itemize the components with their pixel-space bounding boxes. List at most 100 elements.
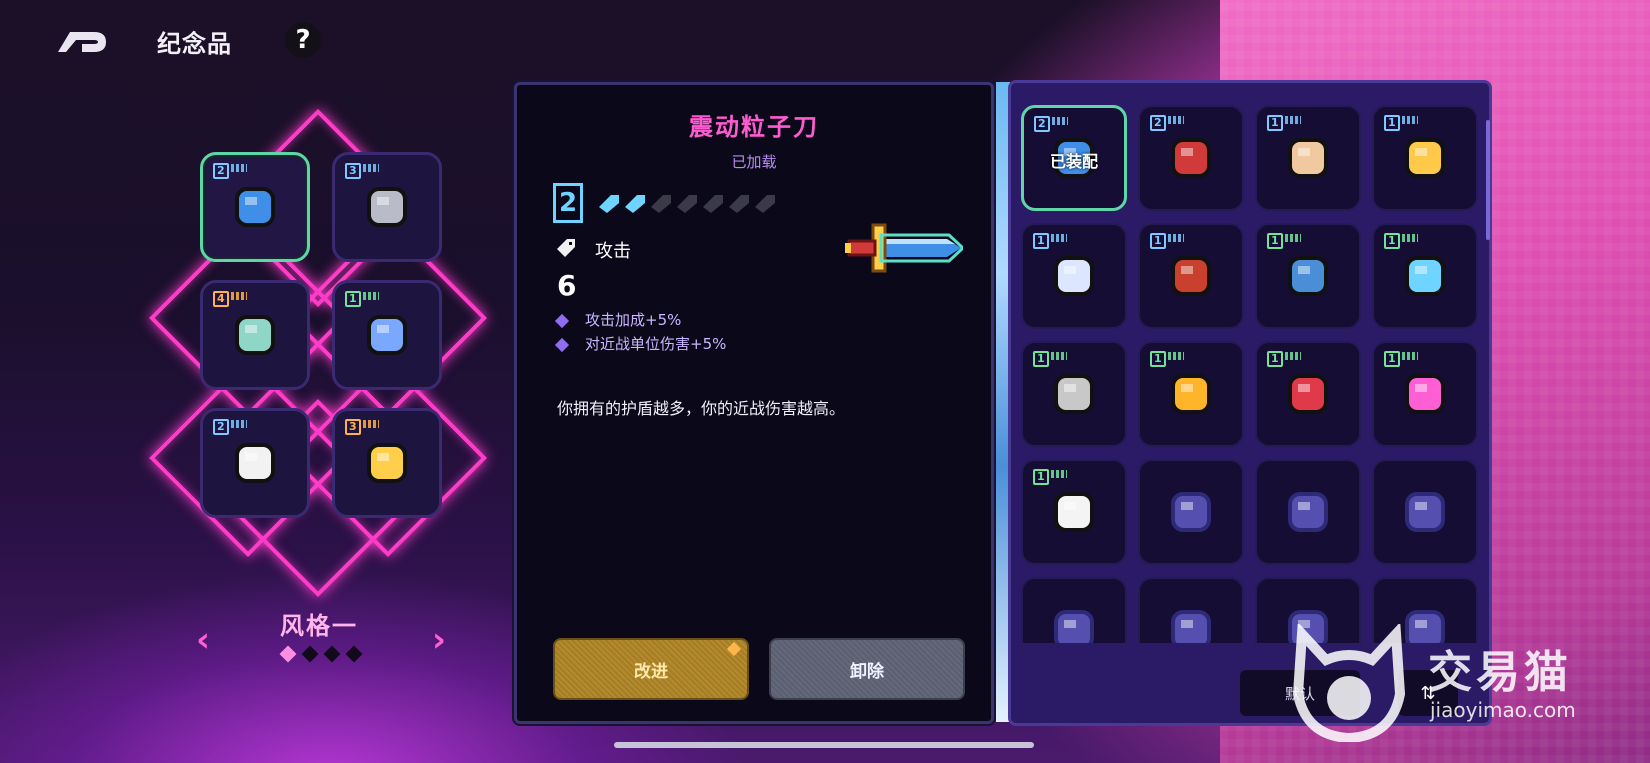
loadout-slot[interactable]: 2 — [200, 408, 310, 518]
page-dot[interactable] — [301, 645, 319, 663]
inventory-item[interactable]: 2 — [1138, 105, 1244, 211]
tier-badge: 2 — [1150, 115, 1166, 131]
upgrade-pip-empty — [651, 195, 671, 213]
style-prev-button[interactable]: ‹ — [196, 620, 210, 660]
locked-helmet-icon — [1288, 492, 1328, 532]
inventory-item[interactable]: 1 — [1372, 105, 1478, 211]
inventory-item[interactable]: 2 已装配 — [1021, 105, 1127, 211]
upgrade-pip-empty — [703, 195, 723, 213]
phone-device-icon — [1288, 374, 1328, 414]
page-dot[interactable] — [345, 645, 363, 663]
upgrade-pip-empty — [677, 195, 697, 213]
triangle-ruler-icon — [367, 443, 407, 483]
tier-badge: 1 — [1033, 469, 1049, 485]
bonus-line: 攻击加成+5% — [554, 309, 682, 330]
tier-dots — [363, 292, 379, 300]
inventory-item[interactable]: 1 — [1255, 223, 1361, 329]
shark-head-icon — [1288, 256, 1328, 296]
particle-blade-icon — [235, 187, 275, 227]
style-page-indicator — [279, 645, 363, 663]
red-capsule-icon — [1171, 138, 1211, 178]
style-next-button[interactable]: › — [432, 620, 446, 660]
watermark-brand: 交易猫 — [1428, 647, 1572, 698]
loadout-grid: 2 3 4 1 2 3 — [200, 152, 460, 542]
back-arrow-icon[interactable] — [56, 24, 108, 54]
bonus-line: 对近战单位伤害+5% — [554, 333, 726, 354]
loadout-slot[interactable]: 3 — [332, 408, 442, 518]
inventory-item[interactable] — [1138, 459, 1244, 565]
attack-icon — [557, 239, 575, 257]
tier-dots — [1402, 234, 1418, 242]
gold-badge-icon — [1171, 374, 1211, 414]
upgrade-button[interactable]: 改进 — [553, 638, 749, 700]
inventory-item[interactable]: 1 — [1138, 341, 1244, 447]
tier-badge: 3 — [345, 163, 361, 179]
inventory-item[interactable]: 1 — [1255, 105, 1361, 211]
loadout-slot[interactable]: 2 — [200, 152, 310, 262]
item-description: 你拥有的护盾越多，你的近战伤害越高。 — [557, 399, 846, 418]
inventory-item[interactable]: 1 — [1372, 223, 1478, 329]
tier-badge: 1 — [1384, 115, 1400, 131]
tier-dots — [1051, 470, 1067, 478]
upgrade-label: 改进 — [634, 661, 668, 682]
page-dot[interactable] — [323, 645, 341, 663]
equipped-label: 已装配 — [1049, 152, 1098, 171]
particle-blade-icon — [845, 223, 963, 273]
inventory-item[interactable]: 1 — [1138, 223, 1244, 329]
inventory-item[interactable]: 1 — [1021, 459, 1127, 565]
tier-badge: 1 — [1267, 115, 1283, 131]
locked-fang-icon — [1171, 610, 1211, 643]
hot-sauce-bottle-icon — [1171, 256, 1211, 296]
inventory-item[interactable]: 1 — [1021, 341, 1127, 447]
tier-badge: 4 — [213, 291, 229, 307]
notification-dot-icon — [726, 641, 742, 657]
locked-armor-icon — [1054, 610, 1094, 643]
loadout-slot[interactable]: 3 — [332, 152, 442, 262]
tier-badge: 1 — [1267, 233, 1283, 249]
shield-orb-icon — [367, 315, 407, 355]
page-dot[interactable] — [279, 645, 297, 663]
upgrade-pip-filled — [599, 195, 619, 213]
tier-dots — [1285, 234, 1301, 242]
bonus-text: 攻击加成+5% — [585, 311, 682, 329]
help-button[interactable]: ? — [285, 22, 321, 58]
inventory-item[interactable] — [1372, 459, 1478, 565]
tier-badge: 2 — [213, 419, 229, 435]
tier-badge: 2 — [1034, 116, 1050, 132]
inventory-grid: 2 已装配 2 1 1 1 1 1 1 1 1 1 1 1 — [1021, 105, 1483, 643]
tier-dots — [1168, 352, 1184, 360]
tier-dots — [1168, 116, 1184, 124]
tier-badge: 1 — [345, 291, 361, 307]
tier-dots — [1285, 352, 1301, 360]
speech-bubble-icon — [1054, 256, 1094, 296]
tier-dots — [231, 164, 247, 172]
tier-badge: 2 — [213, 163, 229, 179]
tier-badge: 1 — [1267, 351, 1283, 367]
inventory-item[interactable]: 1 — [1021, 223, 1127, 329]
watermark-logo — [1292, 624, 1406, 742]
tier-badge: 1 — [1033, 351, 1049, 367]
tier-badge: 1 — [1384, 351, 1400, 367]
inventory-item[interactable]: 1 — [1372, 341, 1478, 447]
locked-card-icon — [1405, 492, 1445, 532]
tier-dots — [1402, 352, 1418, 360]
ticket-card-icon — [1405, 138, 1445, 178]
tier-dots — [231, 420, 247, 428]
inventory-item[interactable]: 1 — [1255, 341, 1361, 447]
tier-dots — [1051, 234, 1067, 242]
page-title: 纪念品 — [157, 30, 232, 58]
item-tier-badge: 2 — [553, 183, 583, 223]
tier-badge: 3 — [345, 419, 361, 435]
inventory-item[interactable] — [1138, 577, 1244, 643]
flask-icon — [1054, 374, 1094, 414]
upgrade-pip-empty — [755, 195, 775, 213]
inventory-item[interactable] — [1021, 577, 1127, 643]
remove-button[interactable]: 卸除 — [769, 638, 965, 700]
tier-dots — [363, 420, 379, 428]
inventory-item[interactable] — [1255, 459, 1361, 565]
loadout-slot[interactable]: 4 — [200, 280, 310, 390]
watermark-url: jiaoyimao.com — [1430, 698, 1576, 722]
sunglasses-icon — [1405, 256, 1445, 296]
inventory-scrollbar[interactable] — [1486, 120, 1490, 240]
loadout-slot[interactable]: 1 — [332, 280, 442, 390]
